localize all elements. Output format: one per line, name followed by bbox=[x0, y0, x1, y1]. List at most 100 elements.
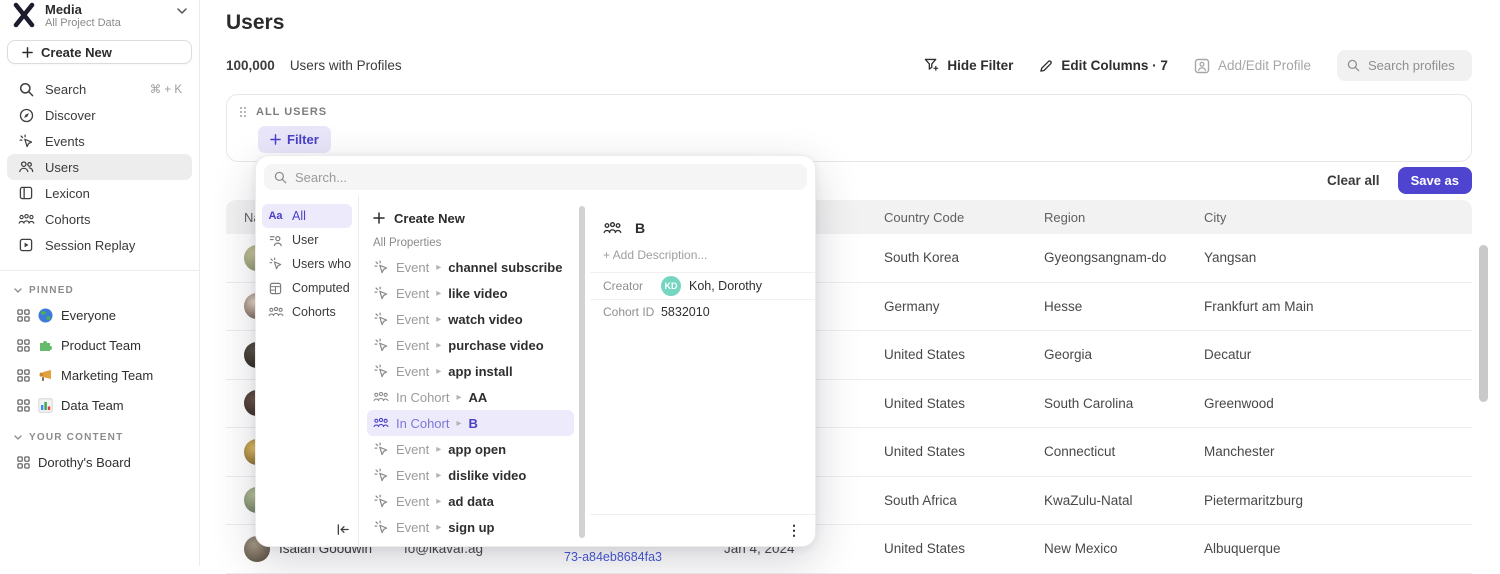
collapse-left-icon[interactable] bbox=[336, 523, 350, 536]
search-profiles-box[interactable] bbox=[1337, 50, 1472, 81]
picker-create-new[interactable]: Create New bbox=[359, 204, 590, 232]
event-spark-icon bbox=[17, 134, 35, 149]
category-users-who-did[interactable]: Users who di... bbox=[262, 252, 352, 276]
sidebar-divider bbox=[0, 270, 199, 271]
more-options-icon[interactable]: ⋮ bbox=[787, 522, 801, 539]
column-header-country-code[interactable]: Country Code bbox=[884, 210, 1044, 225]
sidebar-item-users[interactable]: Users bbox=[7, 154, 192, 180]
creator-avatar: KD bbox=[661, 276, 681, 296]
sidebar-board-everyone[interactable]: Everyone bbox=[7, 300, 192, 330]
category-all[interactable]: Aa All bbox=[262, 204, 352, 228]
event-spark-icon bbox=[373, 364, 389, 379]
bar-chart-icon bbox=[38, 398, 53, 413]
workspace-switcher[interactable]: Media All Project Data bbox=[0, 0, 199, 30]
event-spark-icon bbox=[267, 257, 284, 271]
picker-item-event-purchase-video[interactable]: Event▸purchase video bbox=[359, 332, 590, 358]
picker-section-label: All Properties bbox=[359, 232, 590, 254]
megaphone-icon bbox=[38, 368, 53, 383]
cell-city: Yangsan bbox=[1204, 250, 1472, 265]
sidebar-item-lexicon[interactable]: Lexicon bbox=[7, 180, 192, 206]
picker-item-event-dislike-video[interactable]: Event▸dislike video bbox=[359, 462, 590, 488]
chevron-down-icon bbox=[14, 435, 22, 440]
cell-country: South Korea bbox=[884, 250, 1044, 265]
sidebar-item-events[interactable]: Events bbox=[7, 128, 192, 154]
workspace-name: Media bbox=[45, 2, 168, 17]
aa-icon: Aa bbox=[267, 210, 284, 222]
cohort-icon bbox=[373, 391, 389, 402]
sidebar-item-cohorts[interactable]: Cohorts bbox=[7, 206, 192, 232]
column-header-city[interactable]: City bbox=[1204, 210, 1472, 225]
add-filter-button[interactable]: Filter bbox=[258, 126, 331, 153]
cohort-detail-panel: B + Add Description... Creator KD Koh, D… bbox=[590, 196, 815, 546]
cell-region: South Carolina bbox=[1044, 396, 1204, 411]
sidebar-item-search[interactable]: Search ⌘ + K bbox=[7, 76, 192, 102]
search-icon bbox=[17, 82, 35, 97]
compass-icon bbox=[17, 108, 35, 123]
picker-item-cohort-b[interactable]: In Cohort▸B bbox=[367, 410, 574, 436]
page-scrollbar-thumb[interactable] bbox=[1479, 245, 1488, 402]
sidebar-board-product-team[interactable]: Product Team bbox=[7, 330, 192, 360]
event-spark-icon bbox=[373, 442, 389, 457]
picker-scrollbar-thumb[interactable] bbox=[579, 206, 585, 538]
picker-item-event-app-install[interactable]: Event▸app install bbox=[359, 358, 590, 384]
picker-search-box[interactable] bbox=[264, 164, 807, 190]
picker-search-input[interactable] bbox=[295, 170, 797, 185]
sidebar-board-marketing-team[interactable]: Marketing Team bbox=[7, 360, 192, 390]
sidebar-board-data-team[interactable]: Data Team bbox=[7, 390, 192, 420]
column-header-region[interactable]: Region bbox=[1044, 210, 1204, 225]
caret-right-icon: ▸ bbox=[436, 366, 441, 377]
cohort-icon bbox=[603, 221, 622, 234]
edit-columns-button[interactable]: Edit Columns · 7 bbox=[1039, 58, 1168, 73]
cell-region: New Mexico bbox=[1044, 541, 1204, 556]
picker-item-event-sign-up[interactable]: Event▸sign up bbox=[359, 514, 590, 540]
book-icon bbox=[17, 186, 35, 200]
add-description-link[interactable]: + Add Description... bbox=[590, 236, 815, 272]
cell-region: Gyeongsangnam-do bbox=[1044, 250, 1204, 265]
chevron-down-icon bbox=[14, 288, 22, 293]
category-user[interactable]: User bbox=[262, 228, 352, 252]
creator-row: Creator KD Koh, Dorothy bbox=[590, 272, 815, 299]
board-grid-icon bbox=[17, 369, 30, 382]
page-title: Users bbox=[226, 11, 1472, 35]
sidebar-item-session-replay[interactable]: Session Replay bbox=[7, 232, 192, 258]
caret-right-icon: ▸ bbox=[456, 418, 461, 429]
cell-city: Frankfurt am Main bbox=[1204, 299, 1472, 314]
cell-country: United States bbox=[884, 347, 1044, 362]
cell-city: Decatur bbox=[1204, 347, 1472, 362]
picker-item-event-like-video[interactable]: Event▸like video bbox=[359, 280, 590, 306]
drag-handle-icon[interactable] bbox=[239, 106, 247, 118]
picker-item-event-watch-video[interactable]: Event▸watch video bbox=[359, 306, 590, 332]
category-cohorts[interactable]: Cohorts bbox=[262, 300, 352, 324]
cohort-title: B bbox=[635, 220, 645, 236]
create-new-button[interactable]: Create New bbox=[7, 40, 192, 64]
caret-right-icon: ▸ bbox=[436, 496, 441, 507]
cell-region: Connecticut bbox=[1044, 444, 1204, 459]
category-computed[interactable]: Computed bbox=[262, 276, 352, 300]
filter-group-label: ALL USERS bbox=[256, 106, 327, 118]
search-shortcut: ⌘ + K bbox=[150, 82, 182, 96]
add-edit-profile-button[interactable]: Add/Edit Profile bbox=[1194, 58, 1311, 74]
cohort-icon bbox=[267, 306, 284, 317]
sidebar-board-dorothys-board[interactable]: Dorothy's Board bbox=[7, 447, 192, 477]
picker-item-event-app-open[interactable]: Event▸app open bbox=[359, 436, 590, 462]
cohorts-icon bbox=[17, 213, 35, 225]
chevron-down-icon bbox=[177, 8, 187, 14]
event-spark-icon bbox=[373, 260, 389, 275]
cell-region: Georgia bbox=[1044, 347, 1204, 362]
users-icon bbox=[17, 160, 35, 173]
media-logo-icon bbox=[12, 2, 36, 28]
search-icon bbox=[1347, 59, 1360, 72]
picker-item-event-ad-data[interactable]: Event▸ad data bbox=[359, 488, 590, 514]
plus-icon bbox=[373, 212, 385, 224]
plus-icon bbox=[270, 134, 281, 145]
save-as-button[interactable]: Save as bbox=[1398, 167, 1472, 194]
pinned-section-header[interactable]: PINNED bbox=[0, 281, 199, 300]
sidebar-item-discover[interactable]: Discover bbox=[7, 102, 192, 128]
your-content-section-header[interactable]: YOUR CONTENT bbox=[0, 428, 199, 447]
creator-name: Koh, Dorothy bbox=[689, 279, 762, 293]
hide-filter-button[interactable]: Hide Filter bbox=[924, 58, 1013, 73]
search-profiles-input[interactable] bbox=[1368, 58, 1462, 73]
picker-item-event-channel-subscribe[interactable]: Event▸channel subscribe bbox=[359, 254, 590, 280]
clear-all-button[interactable]: Clear all bbox=[1327, 173, 1380, 188]
picker-item-cohort-aa[interactable]: In Cohort▸AA bbox=[359, 384, 590, 410]
